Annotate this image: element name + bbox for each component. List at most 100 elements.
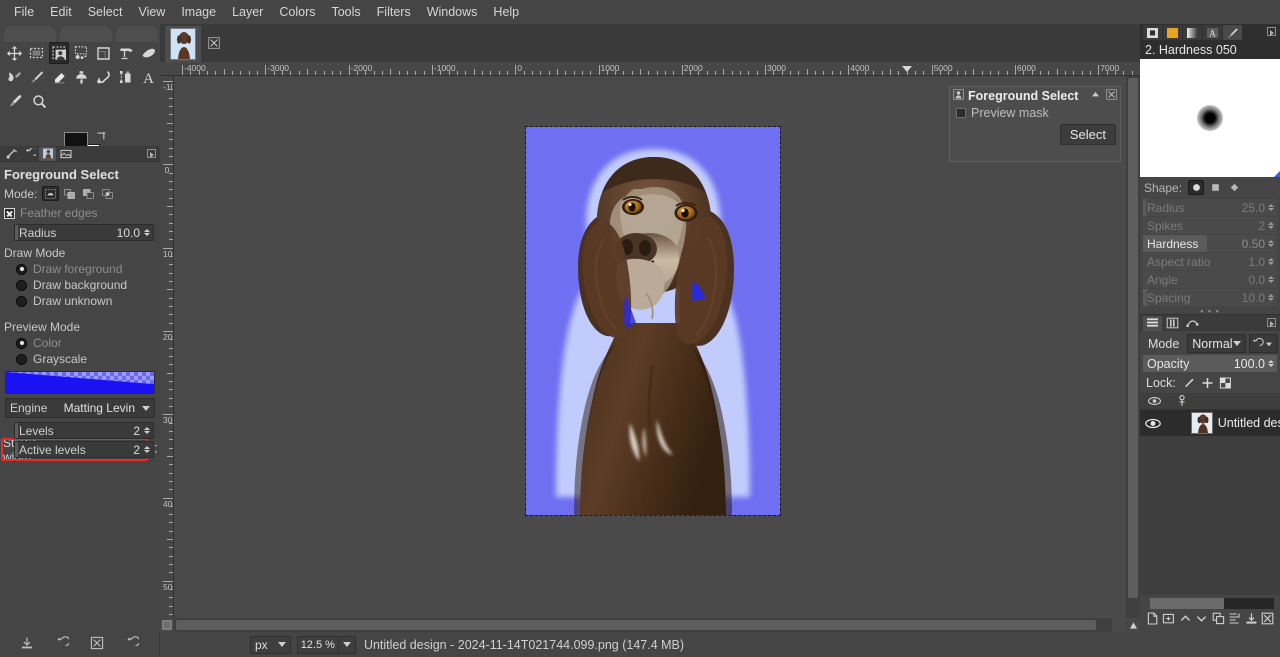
smudge-tool[interactable] bbox=[4, 66, 24, 88]
fonts-tab[interactable]: A bbox=[1203, 25, 1222, 40]
color-picker-tool[interactable] bbox=[4, 90, 26, 112]
unit-combo[interactable]: px bbox=[250, 635, 291, 654]
radius-stepper[interactable] bbox=[142, 229, 151, 236]
zoom-value[interactable]: 12.5 % bbox=[296, 635, 339, 654]
clone-tool[interactable] bbox=[71, 66, 91, 88]
patterns-tab[interactable] bbox=[1163, 25, 1182, 40]
draw-background-row[interactable]: Draw background bbox=[0, 277, 160, 293]
menu-item-view[interactable]: View bbox=[130, 2, 173, 22]
menu-item-select[interactable]: Select bbox=[80, 2, 131, 22]
undo-icon[interactable] bbox=[55, 636, 71, 653]
gradients-tab[interactable] bbox=[1183, 25, 1202, 40]
horizontal-ruler[interactable]: -4000 -3000 -2000 -1000 0 1000 2000 3000 4000 500… bbox=[160, 62, 1140, 76]
preview-mask-row[interactable]: Preview mask bbox=[950, 104, 1120, 122]
tool-options-tab[interactable] bbox=[39, 146, 56, 161]
brush-spacing-stepper[interactable] bbox=[1267, 294, 1275, 301]
menu-item-image[interactable]: Image bbox=[173, 2, 224, 22]
engine-combo[interactable]: Engine Matting Levin bbox=[5, 398, 155, 418]
active-levels-stepper[interactable] bbox=[142, 446, 151, 453]
preview-grayscale-row[interactable]: Grayscale bbox=[0, 351, 160, 367]
undo-history-tab[interactable] bbox=[21, 147, 38, 161]
chevron-down-icon[interactable] bbox=[142, 405, 150, 411]
images-tab[interactable] bbox=[57, 147, 74, 161]
brush-spikes-stepper[interactable] bbox=[1267, 222, 1275, 229]
select-button[interactable]: Select bbox=[1059, 124, 1116, 145]
paths-tab[interactable] bbox=[1183, 316, 1202, 331]
dock-menu-icon[interactable] bbox=[147, 149, 156, 158]
draw-background-radio[interactable] bbox=[16, 279, 27, 291]
vertical-ruler[interactable]: -1000010002000300040005000 bbox=[160, 76, 174, 632]
layers-tab[interactable] bbox=[1143, 315, 1162, 331]
preview-color-row[interactable]: Color bbox=[0, 335, 160, 351]
preview-color-radio[interactable] bbox=[16, 337, 27, 349]
mode-intersect-button[interactable] bbox=[99, 186, 116, 201]
paths-tool[interactable] bbox=[116, 66, 136, 88]
layer-mode-combo[interactable]: Normal bbox=[1187, 334, 1246, 353]
radius-spinner[interactable]: Radius 10.0 bbox=[14, 224, 154, 241]
brush-aspect-ratio-stepper[interactable] bbox=[1267, 258, 1275, 265]
zoom-tool[interactable] bbox=[28, 90, 50, 112]
delete-layer-icon[interactable] bbox=[1261, 612, 1274, 628]
close-icon[interactable] bbox=[208, 37, 220, 49]
levels-stepper[interactable] bbox=[142, 427, 151, 434]
list-item[interactable]: Untitled desi bbox=[1140, 410, 1280, 436]
revert-mode-button[interactable] bbox=[1248, 334, 1278, 353]
draw-unknown-radio[interactable] bbox=[16, 295, 27, 307]
duplicate-layer-icon[interactable] bbox=[1212, 612, 1225, 628]
brush-radius-slider[interactable]: Radius 25.0 bbox=[1143, 199, 1277, 216]
free-select-tool[interactable] bbox=[94, 66, 114, 88]
zoom-dropdown[interactable] bbox=[338, 635, 356, 654]
image-canvas[interactable] bbox=[525, 126, 781, 516]
layer-list-empty-area[interactable] bbox=[1140, 436, 1280, 604]
brush-angle-stepper[interactable] bbox=[1267, 276, 1275, 283]
preview-mask-checkbox[interactable] bbox=[956, 108, 966, 118]
move-tool[interactable] bbox=[4, 42, 24, 64]
close-icon[interactable] bbox=[1106, 88, 1117, 103]
new-layer-icon[interactable] bbox=[1146, 612, 1159, 628]
shape-square-button[interactable] bbox=[1207, 180, 1223, 195]
merge-down-icon[interactable] bbox=[1245, 612, 1258, 628]
raise-layer-icon[interactable] bbox=[1179, 612, 1192, 628]
menu-item-help[interactable]: Help bbox=[485, 2, 527, 22]
paintbrush-tool[interactable] bbox=[26, 66, 46, 88]
menu-item-filters[interactable]: Filters bbox=[369, 2, 419, 22]
lock-pixels-icon[interactable] bbox=[1182, 376, 1197, 390]
chevron-down-icon[interactable] bbox=[277, 642, 286, 647]
dock-menu-icon[interactable] bbox=[1267, 318, 1276, 327]
opacity-slider[interactable]: Opacity 100.0 bbox=[1143, 355, 1277, 372]
canvas-vertical-scrollbar[interactable] bbox=[1126, 76, 1140, 632]
feather-edges-checkbox[interactable] bbox=[4, 207, 15, 219]
menu-item-colors[interactable]: Colors bbox=[271, 2, 323, 22]
brush-aspect-ratio-slider[interactable]: Aspect ratio 1.0 bbox=[1143, 253, 1277, 270]
crop-tool[interactable] bbox=[94, 42, 114, 64]
active-levels-spinner[interactable]: Active levels 2 bbox=[14, 441, 154, 458]
unified-transform-tool[interactable] bbox=[116, 42, 136, 64]
anchor-layer-icon[interactable] bbox=[1228, 612, 1241, 628]
canvas-horizontal-scrollbar[interactable] bbox=[174, 618, 1112, 632]
zoom-control[interactable]: 12.5 % bbox=[296, 635, 356, 654]
draw-unknown-row[interactable]: Draw unknown bbox=[0, 293, 160, 309]
vertical-scroll-thumb[interactable] bbox=[1128, 78, 1138, 598]
levels-spinner[interactable]: Levels 2 bbox=[14, 422, 154, 439]
brush-spikes-slider[interactable]: Spikes 2 bbox=[1143, 217, 1277, 234]
menu-item-windows[interactable]: Windows bbox=[419, 2, 486, 22]
swap-colors-icon[interactable] bbox=[96, 131, 106, 143]
dock-menu-icon[interactable] bbox=[1267, 27, 1276, 36]
brush-resize-corner[interactable] bbox=[1274, 171, 1280, 177]
preview-color-gradient[interactable] bbox=[5, 371, 155, 394]
dock-resize-grip[interactable]: ▪ ▪ ▪ bbox=[1140, 306, 1280, 316]
chevron-down-icon[interactable] bbox=[342, 642, 351, 647]
channels-tab[interactable] bbox=[1163, 316, 1182, 331]
save-icon[interactable] bbox=[20, 636, 34, 653]
eraser-tool[interactable] bbox=[49, 66, 69, 88]
reset-icon[interactable] bbox=[125, 636, 140, 653]
bucket-fill-tool[interactable] bbox=[139, 42, 159, 64]
draw-foreground-radio[interactable] bbox=[16, 263, 27, 275]
feather-edges-row[interactable]: Feather edges bbox=[0, 204, 160, 222]
rectangle-select-tool[interactable] bbox=[26, 42, 46, 64]
brush-hardness-slider[interactable]: Hardness 0.50 bbox=[1143, 235, 1277, 252]
image-tab[interactable] bbox=[165, 26, 201, 62]
mode-add-button[interactable] bbox=[61, 186, 78, 201]
foreground-select-dialog[interactable]: Foreground Select Preview mask Select bbox=[949, 86, 1121, 162]
device-status-tab[interactable] bbox=[3, 147, 20, 161]
